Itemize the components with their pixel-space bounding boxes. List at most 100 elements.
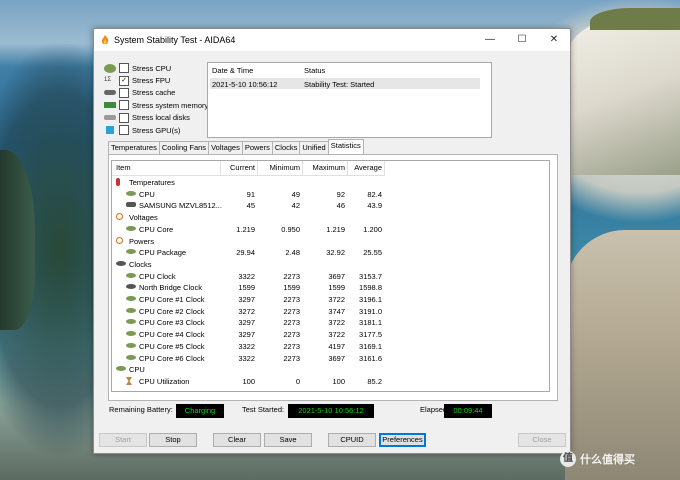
stress-cache-checkbox[interactable] bbox=[119, 87, 129, 98]
leaf-icon bbox=[126, 319, 136, 325]
stats-row[interactable]: CPU Clock 3322 2273 3697 3153.7 bbox=[112, 271, 549, 283]
stats-minimum-value: 2.48 bbox=[285, 248, 300, 258]
stats-minimum-value: 1599 bbox=[283, 283, 300, 293]
stress-options: Stress CPU 1Σ ✓ Stress FPU Stress cache … bbox=[104, 62, 208, 136]
stats-row[interactable]: CPU 91 49 92 82.4 bbox=[112, 189, 549, 201]
tab-unified[interactable]: Unified bbox=[299, 141, 329, 154]
stats-row[interactable]: CPU Core #6 Clock 3322 2273 3697 3161.6 bbox=[112, 353, 549, 365]
test-started-display: 2021-5-10 10:56:12 bbox=[288, 404, 374, 418]
stress-option[interactable]: Stress local disks bbox=[104, 112, 208, 124]
stats-row-label: CPU Core #6 Clock bbox=[139, 353, 205, 363]
col-header-current[interactable]: Current bbox=[220, 161, 258, 176]
stress-option-label: Stress cache bbox=[132, 88, 176, 98]
statistics-table[interactable]: Item Current Minimum Maximum Average Tem… bbox=[111, 160, 550, 392]
stats-group-row[interactable]: Voltages bbox=[112, 212, 549, 224]
stress-disks-checkbox[interactable] bbox=[119, 112, 129, 123]
col-header-maximum[interactable]: Maximum bbox=[302, 161, 348, 176]
tab-statistics[interactable]: Statistics bbox=[327, 139, 364, 155]
clock-icon bbox=[116, 260, 126, 266]
stats-average-value: 3191.0 bbox=[359, 306, 382, 316]
leaf-icon bbox=[126, 225, 136, 231]
stats-row-label: CPU Core #2 Clock bbox=[139, 306, 205, 316]
clear-button[interactable]: Clear bbox=[213, 433, 261, 447]
stats-group-row[interactable]: Temperatures bbox=[112, 177, 549, 189]
stats-current-value: 3272 bbox=[238, 306, 255, 316]
stats-row-label: CPU Utilization bbox=[139, 376, 190, 386]
voltage-icon bbox=[116, 213, 123, 221]
stats-current-value: 3322 bbox=[238, 341, 255, 351]
tab-temperatures[interactable]: Temperatures bbox=[108, 141, 160, 154]
power-icon bbox=[116, 236, 123, 244]
col-header-average[interactable]: Average bbox=[347, 161, 385, 176]
stats-row[interactable]: CPU Core #3 Clock 3297 2273 3722 3181.1 bbox=[112, 317, 549, 329]
stress-option[interactable]: Stress cache bbox=[104, 87, 208, 99]
stats-row[interactable]: CPU Core 1.219 0.950 1.219 1.200 bbox=[112, 224, 549, 236]
stats-current-value: 29.94 bbox=[236, 248, 255, 258]
stress-option[interactable]: Stress CPU bbox=[104, 62, 208, 74]
stats-row-label: Powers bbox=[129, 236, 155, 246]
stats-minimum-value: 2273 bbox=[283, 353, 300, 363]
stress-option[interactable]: Stress system memory bbox=[104, 99, 208, 111]
status-log-row[interactable]: 2021-5-10 10:56:12 Stability Test: Start… bbox=[210, 78, 480, 89]
stats-row[interactable]: CPU Core #1 Clock 3297 2273 3722 3196.1 bbox=[112, 294, 549, 306]
stats-row-label: CPU bbox=[129, 365, 145, 375]
stress-memory-checkbox[interactable] bbox=[119, 100, 129, 111]
stress-gpu-checkbox[interactable] bbox=[119, 125, 129, 136]
tab-voltages[interactable]: Voltages bbox=[208, 141, 243, 154]
stats-current-value: 100 bbox=[242, 376, 255, 386]
stats-average-value: 3169.1 bbox=[359, 341, 382, 351]
stats-current-value: 3297 bbox=[238, 295, 255, 304]
close-window-button[interactable]: ✕ bbox=[538, 29, 570, 51]
desktop-rock bbox=[0, 150, 35, 330]
tab-powers[interactable]: Powers bbox=[241, 141, 273, 154]
stats-average-value: 3153.7 bbox=[359, 271, 382, 281]
leaf-icon bbox=[126, 307, 136, 313]
stress-fpu-checkbox[interactable]: ✓ bbox=[119, 75, 129, 86]
stats-row[interactable]: CPU Core #5 Clock 3322 2273 4197 3169.1 bbox=[112, 341, 549, 353]
stats-row[interactable]: North Bridge Clock 1599 1599 1599 1598.8 bbox=[112, 282, 549, 294]
status-log[interactable]: Date & Time Status 2021-5-10 10:56:12 St… bbox=[207, 62, 492, 138]
stats-row[interactable]: CPU Core #4 Clock 3297 2273 3722 3177.5 bbox=[112, 329, 549, 341]
stop-button[interactable]: Stop bbox=[149, 433, 197, 447]
stats-maximum-value: 1.219 bbox=[326, 224, 345, 234]
battery-label: Remaining Battery: bbox=[109, 405, 173, 414]
cpuid-button[interactable]: CPUID bbox=[328, 433, 376, 447]
stats-current-value: 3297 bbox=[238, 318, 255, 328]
preferences-button[interactable]: Preferences bbox=[379, 433, 426, 447]
status-header-datetime: Date & Time bbox=[212, 66, 254, 75]
stats-row[interactable]: CPU Package 29.94 2.48 32.92 25.55 bbox=[112, 247, 549, 259]
test-started-label: Test Started: bbox=[242, 405, 285, 414]
stress-option-label: Stress CPU bbox=[132, 63, 172, 73]
start-button[interactable]: Start bbox=[99, 433, 147, 447]
save-button[interactable]: Save bbox=[264, 433, 312, 447]
leaf-icon bbox=[126, 296, 136, 301]
stress-option[interactable]: 1Σ ✓ Stress FPU bbox=[104, 74, 208, 86]
tab-cooling-fans[interactable]: Cooling Fans bbox=[158, 141, 210, 154]
stats-average-value: 85.2 bbox=[367, 376, 382, 386]
close-button[interactable]: Close bbox=[518, 433, 566, 447]
title-bar[interactable]: System Stability Test - AIDA64 — ☐ ✕ bbox=[94, 29, 570, 51]
stats-average-value: 82.4 bbox=[367, 189, 382, 199]
tab-clocks[interactable]: Clocks bbox=[271, 141, 301, 154]
stress-cpu-checkbox[interactable] bbox=[119, 63, 129, 74]
col-header-minimum[interactable]: Minimum bbox=[257, 161, 303, 176]
stats-minimum-value: 42 bbox=[291, 201, 300, 211]
stats-row-label: CPU Core #4 Clock bbox=[139, 330, 205, 340]
stats-current-value: 1.219 bbox=[236, 224, 255, 234]
stats-maximum-value: 100 bbox=[332, 376, 345, 386]
minimize-button[interactable]: — bbox=[474, 29, 506, 51]
disk-icon bbox=[126, 202, 136, 208]
stress-option-label: Stress FPU bbox=[132, 76, 171, 86]
stats-group-row[interactable]: Clocks bbox=[112, 259, 549, 271]
stats-row[interactable]: CPU Core #2 Clock 3272 2273 3747 3191.0 bbox=[112, 306, 549, 318]
stats-row[interactable]: CPU Utilization 100 0 100 85.2 bbox=[112, 376, 549, 388]
stats-average-value: 43.9 bbox=[367, 201, 382, 211]
col-header-item[interactable]: Item bbox=[112, 161, 221, 176]
stats-row[interactable]: SAMSUNG MZVL8512... 45 42 46 43.9 bbox=[112, 200, 549, 212]
cpu-icon bbox=[104, 63, 116, 73]
stress-option-label: Stress GPU(s) bbox=[132, 125, 181, 135]
stats-group-row[interactable]: Powers bbox=[112, 236, 549, 248]
maximize-button[interactable]: ☐ bbox=[506, 29, 538, 51]
stress-option[interactable]: Stress GPU(s) bbox=[104, 124, 208, 136]
stats-group-row[interactable]: CPU bbox=[112, 364, 549, 376]
